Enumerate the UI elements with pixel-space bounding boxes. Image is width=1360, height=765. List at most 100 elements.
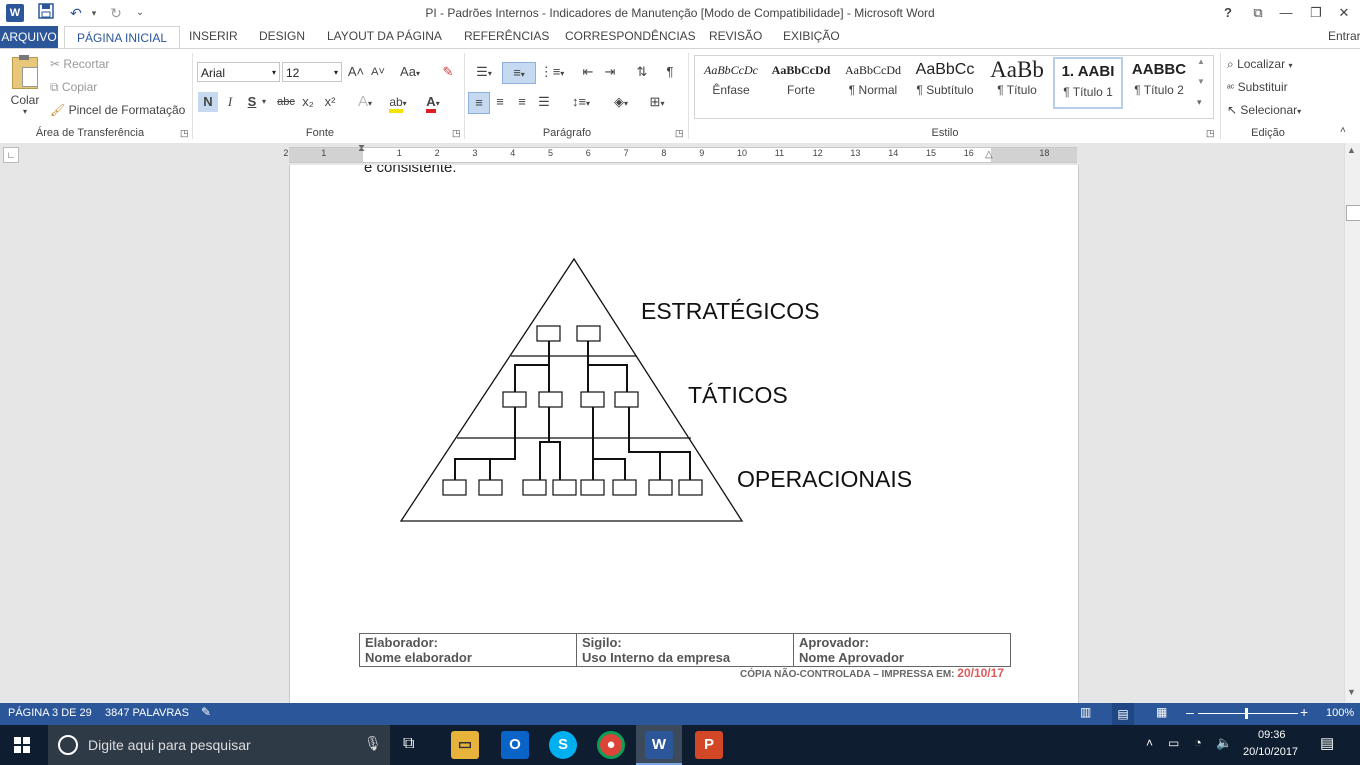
taskbar-search-box[interactable]: Digite aqui para pesquisar 🎙: [48, 725, 390, 765]
styles-more-icon[interactable]: ▾: [1197, 97, 1202, 108]
scroll-thumb[interactable]: [1346, 205, 1360, 221]
collapse-ribbon-icon[interactable]: ˄: [1340, 125, 1346, 136]
tab-mailings[interactable]: CORRESPONDÊNCIAS: [565, 29, 696, 43]
paste-button[interactable]: Colar ▾: [6, 55, 44, 121]
find-button[interactable]: ⌕ Localizar ▾: [1227, 57, 1292, 72]
tab-view[interactable]: EXIBIÇÃO: [783, 29, 840, 43]
font-size-combo[interactable]: 12 ▾: [282, 62, 342, 82]
task-view-icon[interactable]: ⧉: [403, 735, 414, 753]
style-subtitle[interactable]: AaBbCc ¶ Subtítulo: [910, 57, 980, 109]
style-emphasis[interactable]: AaBbCcDc Ênfase: [696, 57, 766, 109]
multilevel-list-icon[interactable]: ⋮≡▾: [538, 62, 566, 82]
zoom-out-icon[interactable]: –: [1186, 704, 1194, 720]
clock-date[interactable]: 20/10/2017: [1243, 746, 1298, 758]
justify-icon[interactable]: ☰: [534, 92, 554, 112]
underline-dropdown-icon[interactable]: ▾: [258, 92, 270, 112]
ribbon-display-options-button[interactable]: ⧉: [1244, 2, 1272, 24]
proofing-icon[interactable]: ✎: [201, 705, 211, 719]
styles-launcher-icon[interactable]: ◳: [1206, 128, 1215, 139]
clock-time[interactable]: 09:36: [1258, 729, 1286, 741]
align-right-icon[interactable]: ≡: [512, 92, 532, 112]
style-strong[interactable]: AaBbCcDd Forte: [766, 57, 836, 109]
tab-insert[interactable]: INSERIR: [189, 29, 238, 43]
power-icon[interactable]: ▭: [1168, 736, 1179, 750]
tab-home[interactable]: PÁGINA INICIAL: [64, 26, 181, 50]
align-left-icon[interactable]: ≡: [468, 92, 490, 114]
format-painter-button[interactable]: 🖌 Pincel de Formatação: [50, 103, 185, 117]
italic-button[interactable]: I: [220, 92, 240, 112]
scroll-up-arrow-icon[interactable]: ▲: [1347, 145, 1356, 155]
tab-references[interactable]: REFERÊNCIAS: [464, 29, 549, 43]
superscript-button[interactable]: x²: [320, 92, 340, 112]
paragraph-launcher-icon[interactable]: ◳: [675, 128, 684, 139]
volume-icon[interactable]: 🔈: [1216, 735, 1232, 751]
vertical-scrollbar[interactable]: ▲ ▼: [1344, 143, 1360, 703]
scroll-down-arrow-icon[interactable]: ▼: [1347, 687, 1356, 697]
zoom-slider-thumb[interactable]: [1245, 708, 1248, 719]
action-center-icon[interactable]: ▤: [1320, 734, 1334, 752]
microphone-icon[interactable]: 🎙: [364, 735, 382, 752]
clear-formatting-icon[interactable]: ✎: [438, 62, 458, 82]
styles-scroll-up-icon[interactable]: ▲: [1197, 57, 1205, 66]
copy-button[interactable]: ⧉ Copiar: [50, 80, 97, 95]
help-button[interactable]: ?: [1214, 2, 1242, 24]
numbering-icon[interactable]: ≡▾: [502, 62, 536, 84]
change-case-button[interactable]: Aa▾: [396, 62, 424, 82]
outlook-icon[interactable]: O: [501, 731, 529, 759]
text-effects-button[interactable]: A▾: [350, 92, 380, 112]
right-indent-marker[interactable]: △: [985, 149, 993, 160]
tab-file[interactable]: ARQUIVO: [0, 26, 58, 48]
zoom-level[interactable]: 100%: [1326, 707, 1354, 719]
show-marks-button[interactable]: ¶: [660, 62, 680, 82]
tab-design[interactable]: DESIGN: [259, 29, 305, 43]
zoom-slider[interactable]: [1198, 713, 1298, 714]
tab-review[interactable]: REVISÃO: [709, 29, 762, 43]
web-layout-icon[interactable]: ▦: [1156, 705, 1167, 719]
powerpoint-icon[interactable]: P: [695, 731, 723, 759]
font-name-combo[interactable]: Arial ▾: [197, 62, 280, 82]
left-indent-marker[interactable]: ⧗: [358, 143, 365, 154]
decrease-indent-icon[interactable]: ⇤: [578, 62, 598, 82]
start-button[interactable]: [14, 737, 30, 753]
subscript-button[interactable]: x₂: [298, 92, 318, 112]
bullets-icon[interactable]: ☰▾: [470, 62, 498, 82]
paste-dropdown-icon[interactable]: ▾: [6, 107, 44, 116]
borders-icon[interactable]: ⊞▾: [642, 92, 672, 112]
file-explorer-icon[interactable]: ▭: [451, 731, 479, 759]
document-page[interactable]: e consistente. ESTRATÉGICOS TÁTICOS OPER…: [289, 165, 1079, 703]
style-heading-2[interactable]: AABBC ¶ Título 2: [1124, 57, 1194, 109]
bold-button[interactable]: N: [198, 92, 218, 112]
zoom-in-icon[interactable]: +: [1300, 704, 1308, 720]
style-title[interactable]: AaBb ¶ Título: [982, 57, 1052, 109]
print-layout-icon[interactable]: ▤: [1112, 703, 1134, 725]
close-button[interactable]: ✕: [1330, 2, 1358, 24]
replace-button[interactable]: ᵃᶜ Substituir: [1227, 80, 1288, 94]
word-count[interactable]: 3847 PALAVRAS: [105, 707, 189, 719]
increase-indent-icon[interactable]: ⇥: [600, 62, 620, 82]
strikethrough-button[interactable]: abc: [274, 92, 298, 112]
line-spacing-icon[interactable]: ↕≡▾: [566, 92, 596, 112]
page-count[interactable]: PÁGINA 3 DE 29: [8, 707, 92, 719]
font-color-button[interactable]: A▾: [418, 92, 448, 113]
tab-page-layout[interactable]: LAYOUT DA PÁGINA: [327, 29, 442, 43]
shrink-font-button[interactable]: A˅: [368, 62, 388, 82]
chrome-icon[interactable]: ●: [597, 731, 625, 759]
read-mode-icon[interactable]: ▥: [1080, 705, 1091, 719]
sort-icon[interactable]: ⇅: [632, 62, 652, 82]
clipboard-launcher-icon[interactable]: ◳: [180, 128, 189, 139]
restore-button[interactable]: ❐: [1302, 2, 1330, 24]
styles-scroll-down-icon[interactable]: ▼: [1197, 77, 1205, 86]
skype-icon[interactable]: S: [549, 731, 577, 759]
grow-font-button[interactable]: A˄: [346, 62, 366, 82]
style-heading-1[interactable]: 1. AABI ¶ Título 1: [1053, 57, 1123, 109]
show-hidden-icons-icon[interactable]: ˄: [1146, 736, 1153, 750]
style-normal[interactable]: AaBbCcDd ¶ Normal: [838, 57, 908, 109]
minimize-button[interactable]: —: [1272, 2, 1300, 24]
shading-icon[interactable]: ◈▾: [606, 92, 636, 112]
highlight-button[interactable]: ab▾: [382, 92, 414, 113]
align-center-icon[interactable]: ≡: [490, 92, 510, 112]
network-icon[interactable]: ◔: [1194, 735, 1202, 750]
cut-button[interactable]: ✂ Recortar: [50, 57, 109, 71]
select-button[interactable]: ↖ Selecionar▾: [1227, 103, 1301, 117]
sign-in-link[interactable]: Entrar: [1328, 29, 1360, 43]
